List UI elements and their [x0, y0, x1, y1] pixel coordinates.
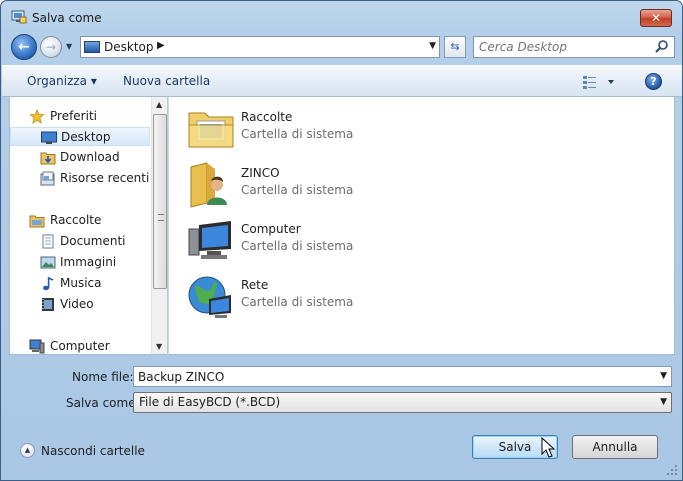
sidebar-item-label: Desktop: [61, 130, 111, 144]
sidebar-item-video[interactable]: Video: [10, 295, 150, 314]
command-bar: Organizza ▾ Nuova cartella ?: [2, 65, 682, 97]
filetype-value: File di EasyBCD (*.BCD): [139, 395, 281, 409]
music-icon: [43, 276, 54, 291]
sidebar-item-label: Preferiti: [50, 109, 97, 123]
sidebar-item-label: Immagini: [60, 255, 117, 269]
breadcrumb-arrow-icon[interactable]: ▶: [157, 40, 165, 51]
close-button[interactable]: ✕: [640, 9, 672, 27]
list-item[interactable]: ZINCO Cartella di sistema: [187, 159, 487, 211]
list-item[interactable]: Raccolte Cartella di sistema: [187, 103, 487, 155]
sidebar-item-label: Musica: [60, 276, 102, 290]
filename-label: Nome file:: [72, 370, 134, 384]
address-dropdown-icon[interactable]: ▼: [429, 41, 436, 51]
hide-folders-label: Nascondi cartelle: [41, 444, 145, 458]
filetype-label: Salva come:: [66, 396, 140, 410]
refresh-button[interactable]: ⇆: [444, 36, 466, 58]
item-type: Cartella di sistema: [241, 127, 354, 141]
sidebar-item-music[interactable]: Musica: [10, 274, 150, 293]
pictures-icon: [40, 256, 56, 269]
filetype-dropdown-icon[interactable]: ▼: [660, 397, 667, 407]
title-bar[interactable]: Salva come ✕: [1, 1, 682, 33]
scrollbar-thumb[interactable]: [153, 114, 167, 289]
sidebar-item-label: Documenti: [60, 234, 126, 248]
item-name: ZINCO: [241, 166, 280, 180]
hide-folders-button[interactable]: ▲ Nascondi cartelle: [20, 441, 150, 461]
scroll-up-icon[interactable]: ▲: [156, 100, 162, 109]
breadcrumb-desktop[interactable]: Desktop: [104, 40, 154, 54]
sidebar-item-computer[interactable]: Computer: [10, 337, 150, 354]
sidebar-item-recent[interactable]: Risorse recenti: [10, 169, 150, 188]
resize-grip-icon[interactable]: [666, 464, 678, 476]
recent-places-icon: [40, 171, 55, 186]
views-icon[interactable]: [582, 74, 616, 90]
user-folder-icon: [190, 162, 227, 208]
computer-icon: [188, 221, 231, 259]
list-item[interactable]: Computer Cartella di sistema: [187, 215, 487, 267]
mouse-cursor-icon: [541, 437, 556, 458]
documents-icon: [42, 234, 54, 249]
window-title: Salva come: [32, 11, 102, 25]
back-button[interactable]: ←: [11, 34, 37, 60]
help-button[interactable]: ?: [645, 73, 662, 90]
chevron-up-icon: ▲: [20, 443, 35, 458]
sidebar-item-desktop[interactable]: Desktop: [10, 127, 150, 146]
sidebar-item-label: Video: [60, 297, 94, 311]
video-icon: [42, 298, 54, 311]
desktop-icon: [84, 41, 100, 53]
list-item[interactable]: Rete Cartella di sistema: [187, 271, 487, 323]
filename-field[interactable]: ▼: [133, 366, 672, 387]
network-icon: [188, 276, 231, 318]
desktop-icon: [41, 131, 57, 144]
libraries-icon: [29, 215, 45, 228]
sidebar-item-download[interactable]: Download: [10, 148, 150, 167]
save-as-dialog: Salva come ✕ ← → ▼ Desktop ▶ ▼ ⇆ Organiz…: [0, 0, 683, 481]
download-folder-icon: [40, 152, 56, 165]
sidebar-item-label: Download: [60, 150, 120, 164]
sidebar-item-pictures[interactable]: Immagini: [10, 253, 150, 272]
nav-pane-scrollbar[interactable]: ▲ ▼: [151, 97, 167, 354]
item-type: Cartella di sistema: [241, 183, 354, 197]
search-input[interactable]: [479, 39, 649, 55]
file-list-pane: Raccolte Cartella di sistema ZINCO Carte…: [168, 97, 675, 355]
history-dropdown-icon[interactable]: ▼: [66, 42, 76, 52]
sidebar-item-label: Raccolte: [50, 213, 102, 227]
save-form: Nome file: ▼ Salva come: File di EasyBCD…: [2, 356, 682, 481]
search-icon[interactable]: [655, 39, 669, 54]
address-bar[interactable]: Desktop ▶ ▼: [80, 36, 440, 58]
sidebar-item-documents[interactable]: Documenti: [10, 232, 150, 251]
organize-menu[interactable]: Organizza ▾: [27, 74, 97, 88]
navigation-bar: ← → ▼ Desktop ▶ ▼ ⇆: [9, 33, 675, 61]
new-folder-button[interactable]: Nuova cartella: [123, 74, 210, 88]
item-type: Cartella di sistema: [241, 239, 354, 253]
scroll-down-icon[interactable]: ▼: [156, 342, 162, 351]
filename-input[interactable]: [138, 369, 648, 384]
item-name: Raccolte: [241, 110, 293, 124]
star-icon: [29, 109, 45, 124]
computer-icon: [29, 339, 45, 354]
item-name: Computer: [241, 222, 301, 236]
sidebar-item-label: Risorse recenti: [60, 171, 150, 185]
cancel-button[interactable]: Annulla: [572, 435, 658, 459]
item-name: Rete: [241, 278, 269, 292]
sidebar-item-label: Computer: [50, 339, 110, 353]
sidebar-item-libraries[interactable]: Raccolte: [10, 211, 150, 230]
item-type: Cartella di sistema: [241, 295, 354, 309]
libraries-folder-icon: [188, 112, 234, 148]
filename-dropdown-icon[interactable]: ▼: [660, 371, 667, 381]
sidebar-item-favorites[interactable]: Preferiti: [10, 107, 150, 126]
search-box[interactable]: [473, 36, 675, 58]
filetype-select[interactable]: File di EasyBCD (*.BCD) ▼: [133, 392, 672, 413]
navigation-pane: Preferiti Desktop Download Risorse recen…: [9, 97, 167, 355]
save-dialog-icon: [11, 10, 27, 24]
forward-button[interactable]: →: [40, 36, 62, 58]
